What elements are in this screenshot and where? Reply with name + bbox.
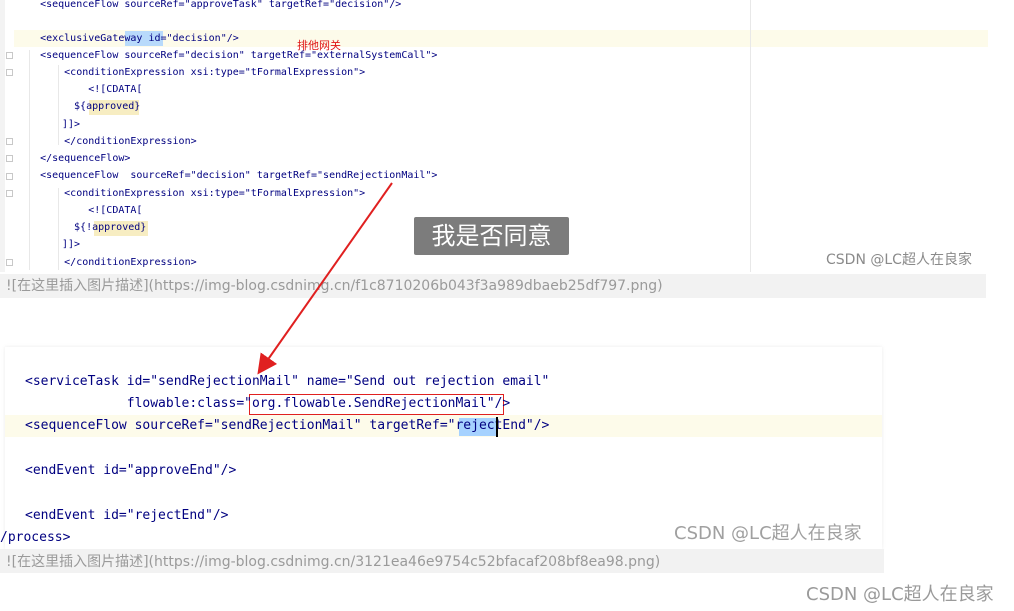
fold-marker[interactable]	[6, 173, 13, 180]
fold-marker[interactable]	[6, 155, 13, 162]
code-line: ]]>	[62, 239, 81, 250]
image-caption-text[interactable]: ![在这里插入图片描述](https://img-blog.csdnimg.cn…	[6, 553, 660, 571]
code-line: </conditionExpression>	[16, 257, 197, 268]
code-line: </conditionExpression>	[16, 136, 197, 147]
text-caret	[496, 417, 498, 437]
code-line: <sequenceFlow sourceRef="sendRejectionMa…	[25, 418, 550, 433]
code-line: </sequenceFlow>	[16, 153, 131, 164]
fold-marker[interactable]	[6, 259, 13, 266]
code-line: ]]>	[62, 119, 81, 130]
code-line: <conditionExpression xsi:type="tFormalEx…	[16, 188, 366, 199]
code-line: <serviceTask id="sendRejectionMail" name…	[25, 374, 550, 389]
image-caption-text[interactable]: ![在这里插入图片描述](https://img-blog.csdnimg.cn…	[6, 277, 663, 295]
watermark: CSDN @LC超人在良家	[826, 252, 972, 268]
fold-marker[interactable]	[6, 69, 13, 76]
fold-marker[interactable]	[6, 52, 13, 59]
code-line: <sequenceFlow sourceRef="decision" targe…	[16, 50, 438, 61]
watermark: CSDN @LC超人在良家	[806, 584, 994, 605]
code-line: <exclusiveGateway id="decision"/>	[16, 33, 239, 44]
code-line: <sequenceFlow sourceRef="approveTask" ta…	[16, 0, 402, 10]
editor-gutter	[0, 0, 5, 272]
code-line: <sequenceFlow sourceRef="decision" targe…	[16, 170, 438, 181]
fold-marker[interactable]	[6, 138, 13, 145]
overlay-label: 我是否同意	[431, 222, 552, 250]
fold-marker[interactable]	[6, 190, 13, 197]
code-line: flowable:class="org.flowable.SendRejecti…	[25, 396, 511, 411]
code-line: <![CDATA[	[16, 205, 143, 216]
code-line: /process>	[0, 530, 71, 545]
code-line: <endEvent id="approveEnd"/>	[25, 463, 237, 478]
right-margin-guide	[750, 0, 751, 272]
code-line: ${approved}	[62, 101, 141, 112]
code-line: <conditionExpression xsi:type="tFormalEx…	[16, 67, 366, 78]
code-line: ${!approved}	[62, 222, 147, 233]
code-line: <![CDATA[	[16, 84, 143, 95]
code-line: <endEvent id="rejectEnd"/>	[25, 508, 229, 523]
watermark: CSDN @LC超人在良家	[674, 523, 862, 544]
gateway-annotation: 排他网关	[297, 39, 341, 52]
